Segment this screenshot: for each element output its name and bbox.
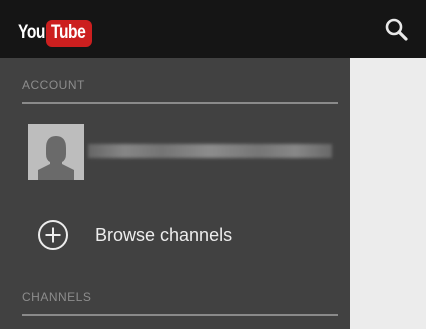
youtube-logo[interactable]: You Tube bbox=[18, 18, 92, 48]
navigation-drawer: ACCOUNT Browse channels CHANNELS bbox=[0, 58, 350, 329]
search-button[interactable] bbox=[382, 14, 414, 46]
avatar bbox=[28, 124, 84, 180]
youtube-app: You Tube ACCOUNT Browse channels CHANNEL… bbox=[0, 0, 426, 329]
channels-section-header: CHANNELS bbox=[22, 290, 92, 304]
browse-channels-label: Browse channels bbox=[95, 225, 233, 245]
logo-you-text: You bbox=[18, 22, 46, 43]
logo-tube-text: Tube bbox=[50, 21, 86, 43]
account-section-divider bbox=[22, 102, 338, 104]
channels-section-divider bbox=[22, 314, 338, 316]
browse-channels-item[interactable]: Browse channels bbox=[0, 211, 350, 261]
account-name-redacted bbox=[88, 144, 332, 158]
top-app-bar: You Tube bbox=[0, 0, 426, 58]
search-icon bbox=[385, 18, 408, 41]
logo-tube-badge: Tube bbox=[45, 19, 92, 47]
default-avatar-icon bbox=[28, 124, 84, 180]
account-row[interactable] bbox=[0, 124, 350, 194]
account-section-header: ACCOUNT bbox=[22, 78, 85, 92]
plus-circle-icon bbox=[38, 220, 68, 250]
main-content-area bbox=[350, 58, 426, 329]
